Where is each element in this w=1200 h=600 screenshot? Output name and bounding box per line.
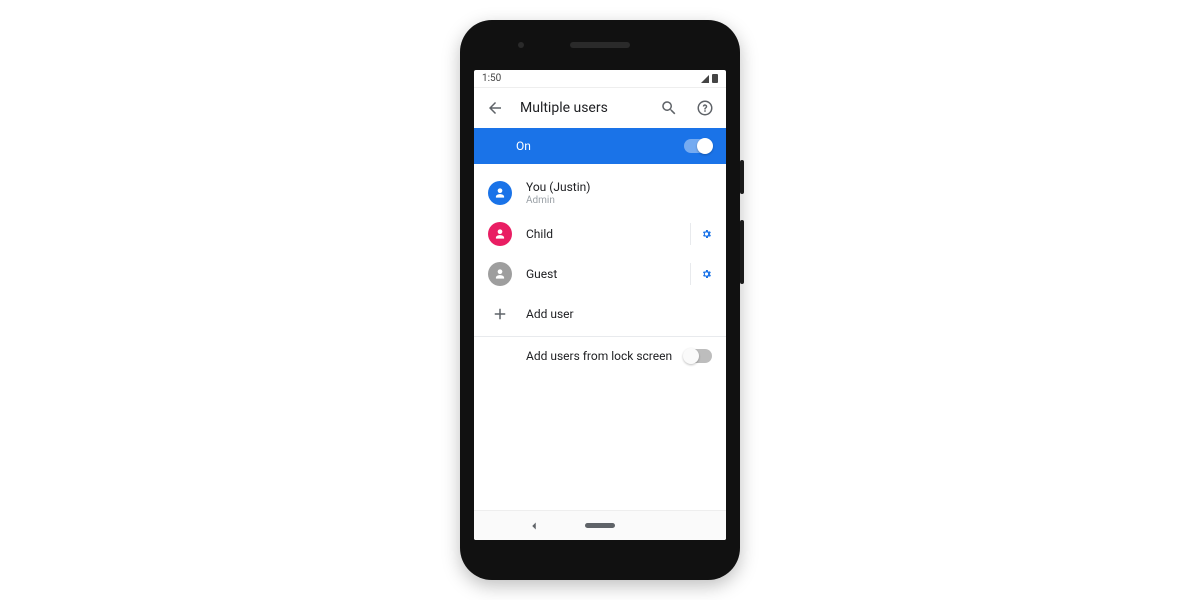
user-row[interactable]: You (Justin) Admin [474, 172, 726, 214]
side-button [740, 220, 744, 284]
user-sub: Admin [526, 195, 712, 206]
plus-icon [488, 302, 512, 326]
user-labels: You (Justin) Admin [526, 180, 712, 206]
user-name: You (Justin) [526, 180, 712, 194]
avatar-icon [488, 181, 512, 205]
gear-icon[interactable] [690, 223, 712, 245]
avatar-icon [488, 222, 512, 246]
signal-icon [701, 75, 709, 83]
feature-toggle[interactable] [684, 139, 712, 153]
nav-home-icon[interactable] [585, 523, 615, 528]
status-time: 1:50 [482, 73, 501, 84]
help-icon[interactable] [694, 97, 716, 119]
battery-icon [712, 74, 718, 83]
screen: 1:50 Multiple users On [474, 70, 726, 540]
side-button [740, 160, 744, 194]
divider [474, 336, 726, 337]
nav-bar [474, 510, 726, 540]
add-user-label-wrap: Add user [526, 307, 712, 321]
content: You (Justin) Admin Child [474, 164, 726, 510]
user-labels: Child [526, 227, 676, 241]
nav-back-icon[interactable] [527, 519, 541, 533]
lock-screen-label: Add users from lock screen [526, 349, 684, 363]
status-bar: 1:50 [474, 70, 726, 88]
search-icon[interactable] [658, 97, 680, 119]
user-name: Child [526, 227, 676, 241]
add-user-row[interactable]: Add user [474, 294, 726, 334]
back-icon[interactable] [484, 97, 506, 119]
app-bar: Multiple users [474, 88, 726, 128]
status-icons [701, 74, 718, 83]
user-row[interactable]: Guest [474, 254, 726, 294]
lock-screen-toggle[interactable] [684, 349, 712, 363]
gear-icon[interactable] [690, 263, 712, 285]
add-user-label: Add user [526, 307, 712, 321]
user-row[interactable]: Child [474, 214, 726, 254]
banner-label: On [488, 139, 684, 153]
page-title: Multiple users [520, 100, 644, 116]
feature-toggle-banner[interactable]: On [474, 128, 726, 164]
avatar-icon [488, 262, 512, 286]
user-name: Guest [526, 267, 676, 281]
user-labels: Guest [526, 267, 676, 281]
lock-screen-setting-row[interactable]: Add users from lock screen [474, 339, 726, 373]
phone-frame: 1:50 Multiple users On [460, 20, 740, 580]
